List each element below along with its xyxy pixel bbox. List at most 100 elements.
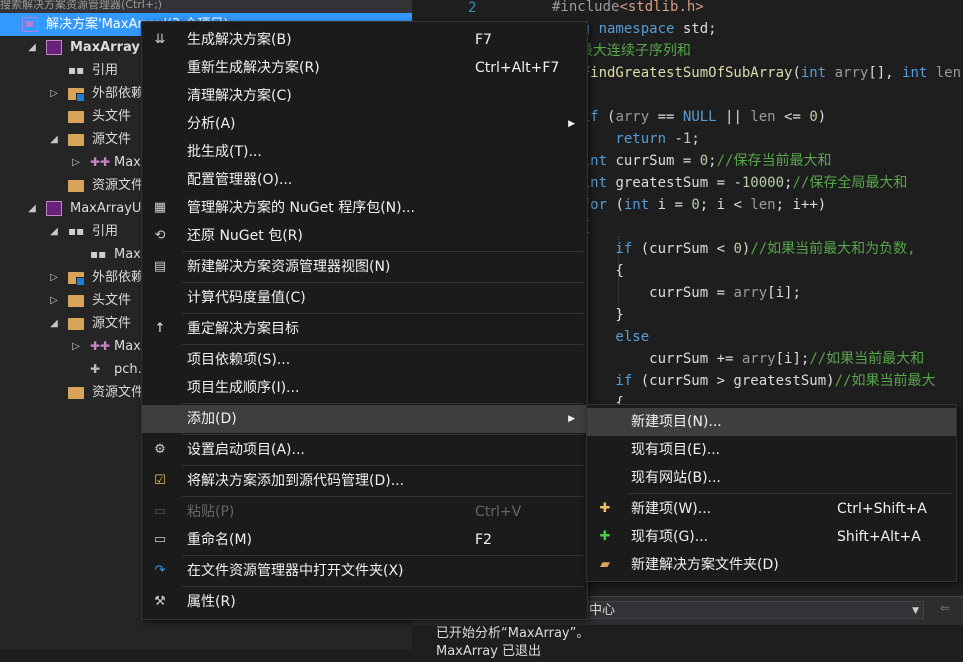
output-source-dropdown[interactable]: 中心 ▼ xyxy=(584,601,924,619)
menu-separator xyxy=(182,555,583,556)
menu-item-14[interactable]: 添加(D) ▶ xyxy=(142,405,587,433)
code-token: (currSum < xyxy=(640,241,734,257)
menu-item-11[interactable]: ↑ 重定解决方案目标 xyxy=(142,315,587,343)
code-token: len xyxy=(750,197,776,213)
code-token: arry xyxy=(615,109,650,125)
menu-item-10[interactable]: 计算代码度量值(C) xyxy=(142,284,587,312)
up-arrow-icon: ↑ xyxy=(154,321,166,336)
collapsed-chevron-icon[interactable]: ▷ xyxy=(48,289,60,312)
code-token: namespace xyxy=(598,21,683,37)
existing-item-icon: ✚ xyxy=(599,529,611,544)
collapsed-chevron-icon[interactable]: ▷ xyxy=(48,82,60,105)
code-token: 0 xyxy=(733,241,742,257)
code-token: ; i++) xyxy=(775,197,827,213)
solution-icon xyxy=(22,17,38,32)
code-token: 0 xyxy=(809,109,818,125)
menu-item-2[interactable]: 现有项目(E)... xyxy=(587,436,956,464)
menu-item-5[interactable]: ✚ 现有项(G)... Shift+Alt+A xyxy=(587,523,956,551)
tree-row-label: 头文件 xyxy=(92,293,132,308)
menu-separator xyxy=(182,465,583,466)
code-token: FindGreatestSumOfSubArray xyxy=(581,65,793,81)
menu-item-label: 重命名(M) xyxy=(187,532,253,548)
collapsed-chevron-icon[interactable]: ▷ xyxy=(70,335,82,358)
code-line: using namespace std; xyxy=(548,18,963,40)
cpp-project-icon xyxy=(46,40,62,55)
menu-item-label: 现有网站(B)... xyxy=(631,470,721,486)
menu-item-12[interactable]: 项目依赖项(S)... xyxy=(142,346,587,374)
code-token: [i]; xyxy=(767,285,801,301)
test-project-icon xyxy=(46,201,62,216)
menu-item-label: 新建解决方案文件夹(D) xyxy=(631,557,779,573)
code-line: } xyxy=(548,304,963,326)
menu-separator xyxy=(182,313,583,314)
code-token: ; xyxy=(708,153,717,169)
tree-row-label: MaxArray xyxy=(70,40,140,55)
restore-icon: ⟲ xyxy=(154,228,166,243)
menu-item-label: 清理解决方案(C) xyxy=(187,88,292,104)
code-token: //如果当前最大和为负数, xyxy=(750,241,916,257)
expanded-chevron-icon[interactable]: ◢ xyxy=(48,312,60,335)
cpp-file-icon: ✚✚ xyxy=(90,339,111,353)
expanded-chevron-icon[interactable]: ◢ xyxy=(26,197,38,220)
code-line: { xyxy=(548,216,963,238)
code-token: len xyxy=(750,109,776,125)
code-line: if (currSum < 0)//如果当前最大和为负数, xyxy=(548,238,963,260)
menu-item-label: 新建项(W)... xyxy=(631,501,712,517)
tree-row-label: 头文件 xyxy=(92,109,132,124)
code-line: { xyxy=(548,260,963,282)
menu-item-4[interactable]: 分析(A) ▶ xyxy=(142,110,587,138)
menu-item-1[interactable]: 新建项目(N)... xyxy=(587,408,956,436)
menu-separator xyxy=(182,586,583,587)
code-token: std; xyxy=(682,21,717,37)
code-token: 0 xyxy=(699,153,709,169)
menu-separator xyxy=(627,493,952,494)
menu-item-9[interactable]: ▤ 新建解决方案资源管理器视图(N) xyxy=(142,253,587,281)
menu-item-label: 计算代码度量值(C) xyxy=(187,290,306,306)
external-deps-icon xyxy=(68,272,85,286)
build-icon: ⇊ xyxy=(154,32,166,47)
expanded-chevron-icon[interactable]: ◢ xyxy=(48,128,60,151)
menu-item-20[interactable]: ⚒ 属性(R) xyxy=(142,588,587,616)
menu-item-6[interactable]: ▰ 新建解决方案文件夹(D) xyxy=(587,551,956,579)
code-line: if (currSum > greatestSum)//如果当前最大 xyxy=(548,370,963,392)
menu-item-2[interactable]: 重新生成解决方案(R) Ctrl+Alt+F7 xyxy=(142,54,587,82)
menu-item-3[interactable]: 清理解决方案(C) xyxy=(142,82,587,110)
code-token: //如果当前最大和 xyxy=(809,351,925,367)
menu-item-4[interactable]: ✚ 新建项(W)... Ctrl+Shift+A xyxy=(587,495,956,523)
line-number: 2 xyxy=(468,0,477,16)
code-token: || xyxy=(716,109,751,125)
expanded-chevron-icon[interactable]: ◢ xyxy=(26,36,38,59)
menu-item-16[interactable]: ☑ 将解决方案添加到源代码管理(D)... xyxy=(142,467,587,495)
menu-item-shortcut: F7 xyxy=(475,32,492,48)
folder-icon xyxy=(68,318,84,330)
menu-separator xyxy=(182,403,583,404)
wrench-icon: ⚒ xyxy=(154,594,166,609)
folder-icon xyxy=(68,387,84,399)
code-token: len) xyxy=(935,65,963,81)
reference-item-icon: ▪▪ xyxy=(90,247,107,261)
menu-item-19[interactable]: ↷ 在文件资源管理器中打开文件夹(X) xyxy=(142,557,587,585)
submenu-arrow-icon: ▶ xyxy=(568,414,575,424)
collapsed-chevron-icon[interactable]: ▷ xyxy=(70,151,82,174)
collapsed-chevron-icon[interactable]: ▷ xyxy=(48,266,60,289)
menu-item-7[interactable]: ▦ 管理解决方案的 NuGet 程序包(N)... xyxy=(142,194,587,222)
menu-item-15[interactable]: ⚙ 设置启动项目(A)... xyxy=(142,436,587,464)
menu-item-6[interactable]: 配置管理器(O)... xyxy=(142,166,587,194)
menu-item-label: 生成解决方案(B) xyxy=(187,32,292,48)
expanded-chevron-icon[interactable]: ◢ xyxy=(48,220,60,243)
folder-icon xyxy=(68,134,84,146)
menu-item-3[interactable]: 现有网站(B)... xyxy=(587,464,956,492)
menu-item-18[interactable]: ▭ 重命名(M) F2 xyxy=(142,526,587,554)
code-line: currSum += arry[i];//如果当前最大和 xyxy=(548,348,963,370)
clear-output-icon[interactable]: ⇐ xyxy=(940,601,958,619)
solution-explorer-search[interactable]: 搜索解决方案资源管理器(Ctrl+;) xyxy=(0,0,412,14)
menu-item-1[interactable]: ⇊ 生成解决方案(B) F7 xyxy=(142,26,587,54)
code-line: int FindGreatestSumOfSubArray(int arry[]… xyxy=(548,62,963,84)
menu-item-13[interactable]: 项目生成顺序(I)... xyxy=(142,374,587,402)
gear-icon: ⚙ xyxy=(154,442,166,457)
code-token: //保存当前最大和 xyxy=(716,153,832,169)
menu-item-5[interactable]: 批生成(T)... xyxy=(142,138,587,166)
menu-item-8[interactable]: ⟲ 还原 NuGet 包(R) xyxy=(142,222,587,250)
file-icon: ✚ xyxy=(90,362,101,376)
menu-item-label: 管理解决方案的 NuGet 程序包(N)... xyxy=(187,200,415,216)
